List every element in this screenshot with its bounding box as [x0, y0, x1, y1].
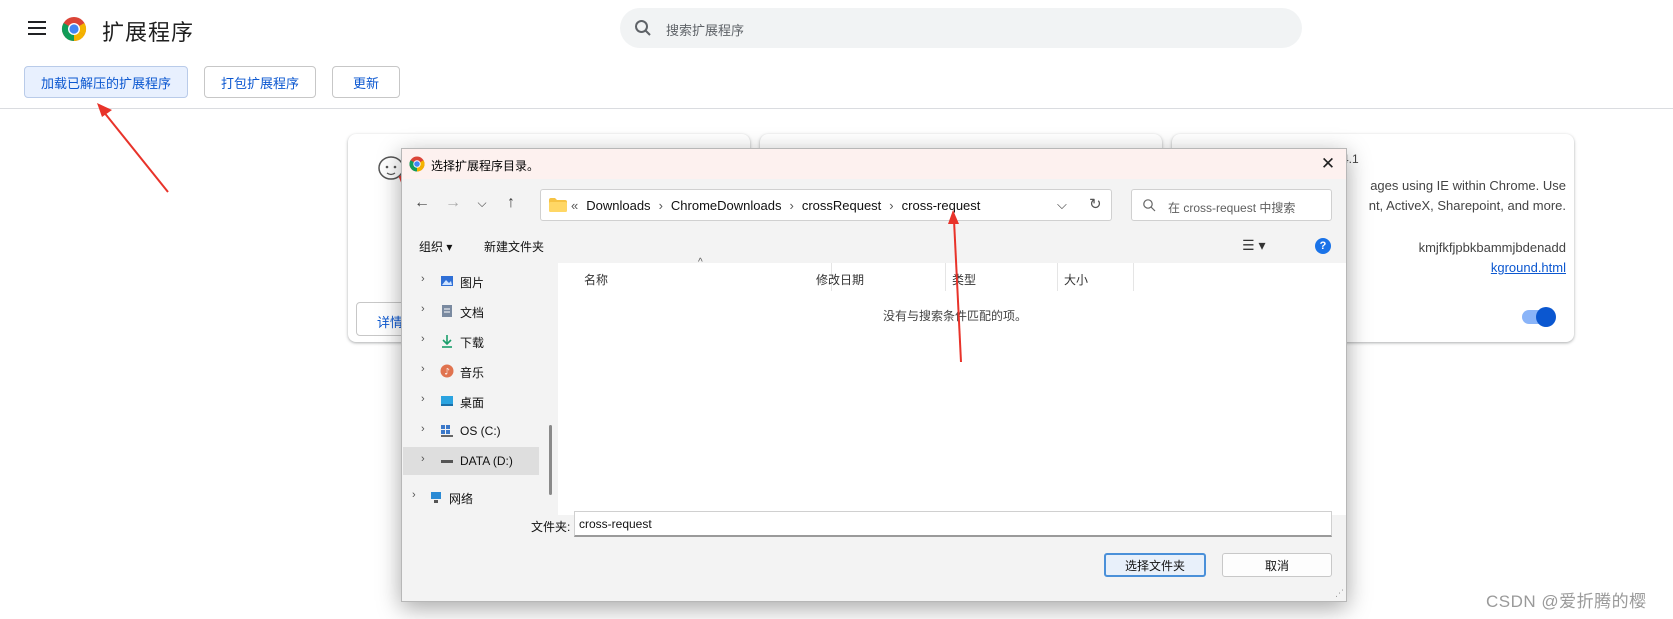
nav-item-network[interactable]: › 网络: [403, 483, 539, 505]
folder-search-input[interactable]: 在 cross-request 中搜索: [1131, 189, 1332, 221]
close-icon[interactable]: ✕: [1318, 154, 1338, 174]
expand-chevron-icon[interactable]: ›: [421, 393, 425, 405]
drive-icon: [441, 460, 453, 463]
drive-icon: [441, 425, 453, 437]
annotation-arrow: [97, 103, 169, 193]
expand-chevron-icon[interactable]: ›: [421, 303, 425, 315]
up-arrow-icon[interactable]: ↑: [501, 193, 521, 213]
dialog-title: 选择扩展程序目录。: [431, 159, 540, 173]
desktop-icon: [441, 396, 453, 406]
column-header-size[interactable]: 大小: [1058, 263, 1134, 291]
toggle-knob: [1536, 307, 1556, 327]
nav-item-label: 图片: [460, 276, 485, 290]
update-button[interactable]: 更新: [332, 66, 400, 98]
folder-icon: [549, 198, 567, 212]
nav-item-pictures[interactable]: › 图片: [403, 267, 539, 295]
organize-menu[interactable]: 组织 ▾: [419, 238, 452, 255]
extensions-header: 扩展程序 搜索扩展程序: [0, 0, 1673, 58]
header-divider: [0, 108, 1673, 109]
breadcrumb-separator-icon[interactable]: ›: [789, 198, 793, 213]
extensions-search-box[interactable]: 搜索扩展程序: [620, 8, 1302, 48]
background-page-link[interactable]: kground.html: [1342, 260, 1566, 275]
nav-item-data-d[interactable]: › DATA (D:): [403, 447, 539, 475]
select-folder-button[interactable]: 选择文件夹: [1104, 553, 1206, 577]
forward-arrow-icon[interactable]: →: [443, 193, 463, 213]
breadcrumb-item[interactable]: Downloads: [586, 198, 650, 213]
search-icon: [635, 20, 651, 36]
folder-label: 文件夹:: [531, 520, 571, 534]
nav-item-label: OS (C:): [460, 424, 501, 438]
address-bar[interactable]: « Downloads › ChromeDownloads › crossReq…: [540, 189, 1112, 221]
svg-text:♪: ♪: [444, 368, 450, 378]
pack-extension-button[interactable]: 打包扩展程序: [204, 66, 316, 98]
resize-grip-icon[interactable]: ⋰: [1335, 588, 1344, 599]
network-icon: [431, 492, 441, 503]
file-list-pane: ^ 名称 修改日期 类型 大小 没有与搜索条件匹配的项。: [558, 257, 1346, 515]
nav-item-music[interactable]: › ♪ 音乐: [403, 357, 539, 385]
watermark: CSDN @爱折腾的樱: [1486, 592, 1647, 611]
back-arrow-icon[interactable]: ←: [412, 193, 432, 213]
empty-results-message: 没有与搜索条件匹配的项。: [883, 309, 1028, 323]
recent-locations-chevron-icon[interactable]: ⌵: [472, 193, 492, 213]
chrome-icon: [409, 156, 425, 172]
search-placeholder: 搜索扩展程序: [666, 23, 745, 38]
download-icon: [442, 335, 452, 348]
nav-item-label: 音乐: [460, 366, 485, 380]
breadcrumb: « Downloads › ChromeDownloads › crossReq…: [571, 198, 980, 213]
nav-item-os-c[interactable]: › OS (C:): [403, 417, 539, 445]
expand-chevron-icon[interactable]: ›: [421, 363, 425, 375]
expand-chevron-icon[interactable]: ›: [412, 489, 416, 501]
nav-item-label: 下载: [460, 336, 485, 350]
expand-chevron-icon[interactable]: ›: [421, 273, 425, 285]
nav-item-label: DATA (D:): [460, 454, 513, 468]
extension-enable-toggle[interactable]: [1522, 307, 1556, 327]
music-icon: ♪: [440, 364, 454, 378]
nav-item-documents[interactable]: › 文档: [403, 297, 539, 325]
nav-item-label: 桌面: [460, 396, 485, 410]
expand-chevron-icon[interactable]: ›: [421, 423, 425, 435]
page-title: 扩展程序: [102, 20, 195, 45]
folder-name-input[interactable]: [574, 511, 1332, 537]
column-header-type[interactable]: 类型: [946, 263, 1058, 291]
address-history-chevron-icon[interactable]: ⌵: [1057, 197, 1067, 213]
nav-item-desktop[interactable]: › 桌面: [403, 387, 539, 415]
nav-item-label: 网络: [449, 492, 474, 505]
search-placeholder: 在 cross-request 中搜索: [1168, 201, 1296, 215]
help-icon[interactable]: ?: [1315, 238, 1331, 254]
view-options-icon[interactable]: ☰ ▾: [1242, 237, 1265, 254]
search-icon: [1143, 199, 1156, 212]
nav-pane-scrollbar[interactable]: [549, 425, 552, 495]
refresh-icon[interactable]: ↻: [1089, 195, 1102, 213]
breadcrumb-item[interactable]: ChromeDownloads: [671, 198, 782, 213]
nav-item-label: 文档: [460, 306, 485, 320]
command-bar: 组织 ▾ 新建文件夹 ☰ ▾ ?: [402, 229, 1346, 263]
breadcrumb-item-current[interactable]: cross-request: [902, 198, 981, 213]
expand-chevron-icon[interactable]: ›: [421, 453, 425, 465]
pictures-icon: [441, 276, 453, 286]
documents-icon: [442, 305, 452, 317]
breadcrumb-separator-icon[interactable]: ›: [659, 198, 663, 213]
expand-chevron-icon[interactable]: ›: [421, 333, 425, 345]
main-menu-icon[interactable]: [24, 17, 50, 41]
dialog-titlebar: 选择扩展程序目录。 ✕: [402, 149, 1346, 179]
cancel-button[interactable]: 取消: [1222, 553, 1332, 577]
breadcrumb-item[interactable]: crossRequest: [802, 198, 881, 213]
nav-item-downloads[interactable]: › 下载: [403, 327, 539, 355]
extension-description: ages using IE within Chrome. Use nt, Act…: [1368, 178, 1566, 213]
column-header-name[interactable]: 名称: [578, 263, 832, 291]
new-folder-button[interactable]: 新建文件夹: [484, 238, 544, 255]
extension-id: kmjfkfjpbkbammjbdenadd: [1418, 240, 1566, 255]
breadcrumb-separator-icon[interactable]: ›: [889, 198, 893, 213]
chrome-logo-icon: [61, 17, 87, 41]
load-unpacked-button[interactable]: 加载已解压的扩展程序: [24, 66, 188, 98]
navigation-pane: › 图片 › 文档 › 下载 › ♪ 音乐 › 桌面 › OS (C:) › D…: [403, 263, 539, 505]
breadcrumb-overflow[interactable]: «: [571, 198, 578, 213]
folder-picker-dialog: 选择扩展程序目录。 ✕ ← → ⌵ ↑ « Downloads › Chrome…: [401, 148, 1347, 602]
column-header-modified[interactable]: 修改日期: [810, 263, 946, 291]
